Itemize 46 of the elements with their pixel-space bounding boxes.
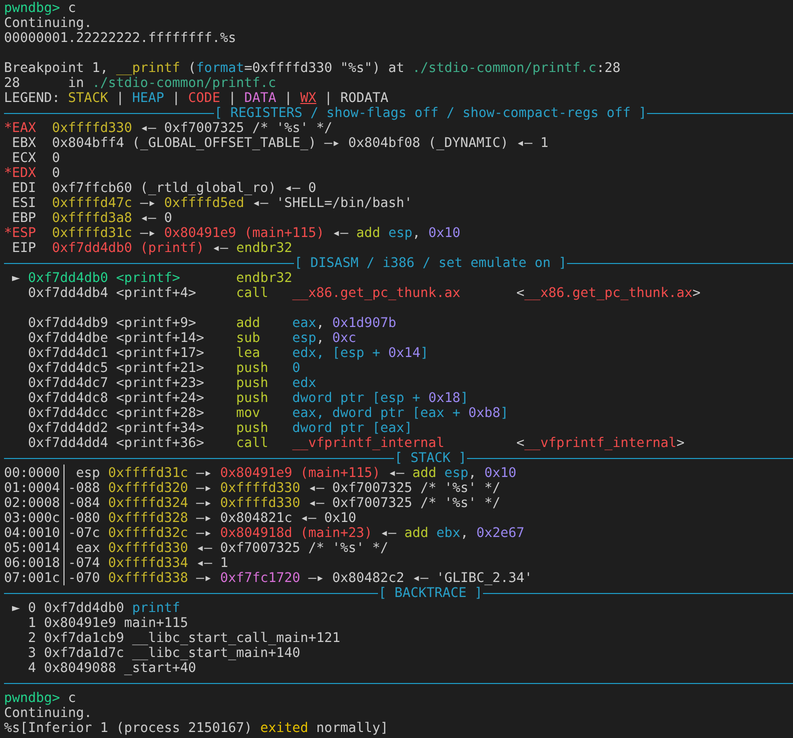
terminal-line: 02:0008│-084 0xffffd324 —▸ 0xffffd330 ◂— 0xf7007325 /* '%s' */ [4,496,500,511]
terminal-line: 00:0000│ esp 0xffffd31c —▸ 0x80491e9 (main+115) ◂— add esp, 0x10 [4,466,516,481]
terminal-line: 0xf7dd4dbe <printf+14> sub esp, 0xc [27,331,356,346]
terminal-line: 28 in ./stdio-common/printf.c [4,76,276,91]
terminal-line: 1 0x80491e9 main+115 [27,616,188,631]
terminal-line: EBP 0xffffd3a8 ◂— 0 [11,211,172,226]
terminal-line: *ESP 0xffffd31c —▸ 0x80491e9 (main+115) ◂— add esp, 0x10 [4,226,460,241]
terminal-line: ECX 0 [11,151,60,166]
terminal-line: 0xf7dd4db9 <printf+9> add eax, 0x1d907b [27,316,396,331]
terminal-line: EIP 0xf7dd4db0 (printf) ◂— endbr32 [11,241,292,256]
terminal-line: 04:0010│-07c 0xffffd32c —▸ 0x804918d (main+23) ◂— add ebx, 0x2e67 [4,526,524,541]
terminal-line: pwndbg> c [4,1,76,16]
terminal-line: 06:0018│-074 0xffffd334 ◂— 1 [4,556,228,571]
terminal-line: 07:001c│-070 0xffffd338 —▸ 0xf7fc1720 —▸ 0x80482c2 ◂— 'GLIBC_2.34' [4,571,532,586]
terminal-line: LEGEND: STACK | HEAP | CODE | DATA | WX | RODATA [4,91,388,106]
terminal-line: 0xf7dd4dc5 <printf+21> push 0 [27,361,300,376]
terminal-line: 01:0004│-088 0xffffd320 —▸ 0xffffd330 ◂— 0xf7007325 /* '%s' */ [4,481,500,496]
terminal-line: ► 0 0xf7dd4db0 printf [11,601,180,616]
terminal-line: EDI 0xf7ffcb60 (_rtld_global_ro) ◂— 0 [11,181,316,196]
terminal-line: 0xf7dd4dc7 <printf+23> push edx [27,376,316,391]
terminal-line: pwndbg> c [4,691,76,706]
terminal-line: Breakpoint 1, __printf (format=0xffffd330 "%s") at ./stdio-common/printf.c:28 [4,61,620,76]
terminal-line: 2 0xf7da1cb9 __libc_start_call_main+121 [27,631,340,646]
terminal-line: Continuing. [4,16,92,31]
terminal-line: 05:0014│ eax 0xffffd330 ◂— 0xf7007325 /* '%s' */ [4,541,388,556]
terminal-line: ► 0xf7dd4db0 <printf> endbr32 [11,271,292,286]
terminal-line: 0xf7dd4db4 <printf+4> call __x86.get_pc_thunk.ax <__x86.get_pc_thunk.ax> [27,286,701,301]
terminal-line: 0xf7dd4dc1 <printf+17> lea edx, [esp + 0x14] [27,346,428,361]
terminal-line: *EDX 0 [4,166,60,181]
section-title: [ DISASM / i386 / set emulate on ] [294,256,567,271]
terminal-line: 03:000c│-080 0xffffd328 —▸ 0x804821c ◂— 0x10 [4,511,356,526]
section-title: [ REGISTERS / show-flags off / show-compact-regs off ] [214,106,647,121]
terminal-line: 4 0x8049088 _start+40 [27,661,196,676]
terminal-line: EBX 0x804bff4 (_GLOBAL_OFFSET_TABLE_) —▸ 0x804bf08 (_DYNAMIC) ◂— 1 [11,136,548,151]
terminal-line: 0xf7dd4dcc <printf+28> mov eax, dword ptr [eax + 0xb8] [27,406,508,421]
terminal-line: ESI 0xffffd47c —▸ 0xffffd5ed ◂— 'SHELL=/bin/bash' [11,196,412,211]
terminal-line: *EAX 0xffffd330 ◂— 0xf7007325 /* '%s' */ [4,121,332,136]
terminal-line: 00000001.22222222.ffffffff.%s [4,31,236,46]
terminal-line: 0xf7dd4dd4 <printf+36> call __vfprintf_internal <__vfprintf_internal> [27,436,685,451]
section-title: [ BACKTRACE ] [378,586,483,601]
terminal-line: 0xf7dd4dd2 <printf+34> push dword ptr [eax] [27,421,412,436]
terminal-line: %s[Inferior 1 (process 2150167) exited normally] [4,721,388,736]
section-title: [ STACK ] [394,451,467,466]
terminal-line: Continuing. [4,706,92,721]
terminal-line: 3 0xf7da1d7c __libc_start_main+140 [27,646,300,661]
terminal-line: 0xf7dd4dc8 <printf+24> push dword ptr [esp + 0x18] [27,391,468,406]
